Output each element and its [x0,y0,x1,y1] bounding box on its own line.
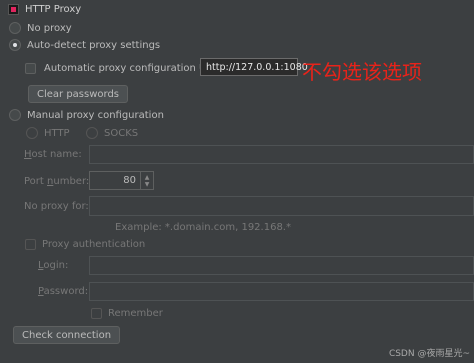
socks-option[interactable]: SOCKS [86,125,138,141]
auto-config-option[interactable]: Automatic proxy configuration URL: [25,60,222,76]
proxy-auth-label: Proxy authentication [42,238,146,250]
manual-proxy-radio[interactable] [9,109,21,121]
auto-detect-option[interactable]: Auto-detect proxy settings [9,37,160,53]
check-connection-label: Check connection [22,329,112,341]
no-proxy-radio[interactable] [9,22,21,34]
port-number-spinner[interactable]: 80 ▲ ▼ [89,171,154,190]
socks-label: SOCKS [104,127,139,139]
manual-proxy-option[interactable]: Manual proxy configuration [9,107,164,123]
no-proxy-example: Example: *.domain.com, 192.168.* [115,222,291,233]
socks-radio[interactable] [86,127,98,139]
password-input[interactable] [89,282,474,301]
port-number-label: Port number: [24,176,90,187]
no-proxy-for-label: No proxy for: [24,201,89,212]
manual-proxy-label: Manual proxy configuration [27,109,164,121]
no-proxy-for-input[interactable] [89,196,474,216]
dialog-title-row: HTTP Proxy [8,2,81,16]
no-proxy-option[interactable]: No proxy [9,20,72,36]
auto-config-label: Automatic proxy configuration URL: [44,62,223,74]
auto-detect-radio[interactable] [9,39,21,51]
port-number-value: 80 [123,175,136,186]
auto-config-url-value: http://127.0.0.1:1080 [206,61,308,73]
password-label: Password: [38,286,89,297]
clear-passwords-button[interactable]: Clear passwords [28,85,129,103]
http-radio[interactable] [26,127,38,139]
annotation-text: 不勾选该选项 [302,60,422,84]
host-name-input[interactable] [89,145,474,164]
auto-detect-label: Auto-detect proxy settings [27,39,161,51]
auto-config-url-input[interactable]: http://127.0.0.1:1080 [200,58,308,76]
auto-config-checkbox[interactable] [25,62,36,74]
check-connection-button[interactable]: Check connection [13,326,121,344]
http-option[interactable]: HTTP [26,125,70,141]
clear-passwords-label: Clear passwords [37,88,120,100]
proxy-auth-checkbox[interactable] [25,238,36,250]
host-name-label: Host name: [24,149,82,160]
remember-checkbox[interactable] [91,307,102,319]
spinner-arrows-icon[interactable]: ▲ ▼ [140,172,153,189]
login-label: Login: [38,260,69,271]
no-proxy-label: No proxy [27,22,72,34]
csdn-watermark: CSDN @夜雨星光~ [388,349,470,359]
app-icon [8,3,19,15]
http-label: HTTP [44,127,70,139]
login-input[interactable] [89,256,474,275]
proxy-auth-option[interactable]: Proxy authentication [25,236,145,252]
dialog-title: HTTP Proxy [25,3,82,15]
remember-option[interactable]: Remember [91,305,163,321]
remember-label: Remember [108,307,163,319]
